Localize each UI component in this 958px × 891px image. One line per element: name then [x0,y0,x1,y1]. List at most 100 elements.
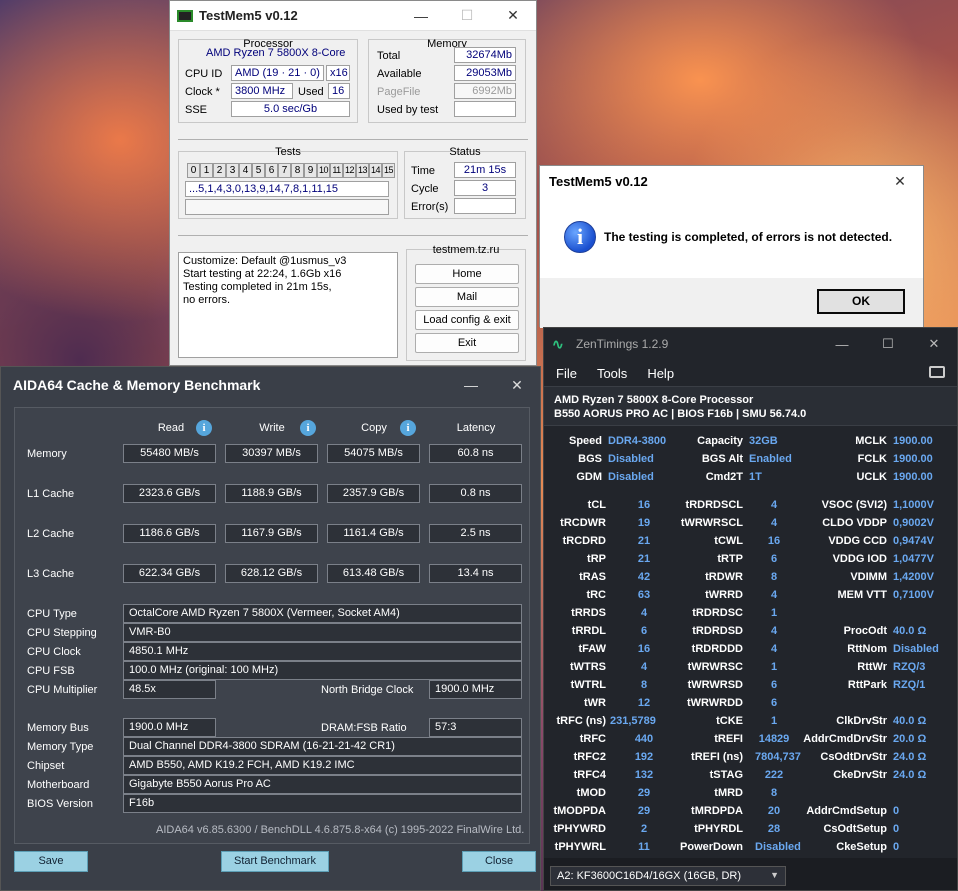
timing-value: 1900.00 [893,435,933,447]
timing-name: RttNom [847,643,887,655]
timing-name: tMOD [576,787,606,799]
menu-help[interactable]: Help [647,366,674,381]
divider [178,139,528,140]
available-field: 29053Mb [454,65,516,81]
test-log[interactable]: Customize: Default @1usmus_v3 Start testi… [178,252,398,358]
timing-name: tSTAG [709,769,743,781]
module-select[interactable]: A2: KF3600C16D4/16GX (16GB, DR) ▼ [550,866,786,886]
bench-copy-value: 2357.9 GB/s [327,484,420,503]
available-label: Available [377,68,422,80]
timing-name: RttWr [857,661,887,673]
ok-button[interactable]: OK [817,289,905,314]
timing-name: tRTP [717,553,743,565]
zen-system-info: AMD Ryzen 7 5800X 8-Core Processor B550 … [544,386,957,426]
timing-value: RZQ/1 [893,679,926,691]
load-config-exit-button[interactable]: Load config & exit [415,310,519,330]
test-cell: 2 [213,163,226,178]
aida-close-footer-button[interactable]: Close [462,851,536,872]
timing-name: tMRDPDA [691,805,743,817]
zen-titlebar[interactable]: ∿ ZenTimings 1.2.9 — ☐ ✕ [544,328,957,360]
aida-close-button[interactable]: ✕ [494,377,540,394]
camera-icon[interactable] [929,366,945,378]
test-progress-field [185,199,389,215]
write-info-icon[interactable]: i [300,420,316,436]
cpu-type-value: OctalCore AMD Ryzen 7 5800X (Vermeer, So… [123,604,522,623]
start-benchmark-button[interactable]: Start Benchmark [221,851,329,872]
timing-value: 1,0477V [893,553,934,565]
menu-tools[interactable]: Tools [597,366,627,381]
timing-value: 20.0 Ω [893,733,927,745]
chipset-label: Chipset [27,760,65,772]
cpu-id-label: CPU ID [185,68,223,80]
timing-name: tRCDWR [560,517,606,529]
dialog-close-button[interactable]: ✕ [877,166,923,196]
timing-name: VSOC (SVI2) [821,499,887,511]
mem-bus-value: 1900.0 MHz [123,718,216,737]
aida-titlebar[interactable]: AIDA64 Cache & Memory Benchmark — ✕ [1,367,540,403]
cpu-fsb-label: CPU FSB [27,665,75,677]
close-button[interactable]: ✕ [490,1,536,31]
timing-name: Capacity [697,435,743,447]
testmem-title: TestMem5 v0.12 [199,8,298,23]
timing-value: 0,9474V [893,535,934,547]
timing-value: 0 [893,805,900,817]
zentimings-window: ∿ ZenTimings 1.2.9 — ☐ ✕ File Tools Help… [543,327,958,891]
total-label: Total [377,50,401,62]
mem-type-label: Memory Type [27,741,94,753]
bench-write-value: 1188.9 GB/s [225,484,318,503]
timing-value: 8 [770,787,778,799]
cpu-clock-label: CPU Clock [27,646,81,658]
timing-name: tWRWRDD [686,697,743,709]
timing-name: tWRWRSC [687,661,743,673]
menu-file[interactable]: File [556,366,577,381]
test-number-cells: 0 1 2 3 4 5 6 7 8 9 10 11 12 13 14 15 [187,163,395,178]
bench-read-value: 2323.6 GB/s [123,484,216,503]
timing-name: BGS Alt [701,453,743,465]
timing-value: 0,9002V [893,517,934,529]
aida-minimize-button[interactable]: — [448,377,494,393]
zen-close-button[interactable]: ✕ [911,336,957,352]
info-icon: i [564,221,596,253]
timing-name: CkeDrvStr [833,769,887,781]
timing-name: tRC [586,589,606,601]
maximize-button: ☐ [460,7,474,23]
copy-info-icon[interactable]: i [400,420,416,436]
zen-minimize-button[interactable]: — [819,337,865,352]
mail-button[interactable]: Mail [415,287,519,307]
dialog-titlebar[interactable]: TestMem5 v0.12 ✕ [540,166,923,196]
timing-name: tWRWRSCL [680,517,743,529]
exit-button[interactable]: Exit [415,333,519,353]
testmem-window: TestMem5 v0.12 — ☐ ✕ Processor AMD Ryzen… [169,0,537,366]
bios-label: BIOS Version [27,798,94,810]
timing-name: GDM [576,471,602,483]
timing-name: tRDRDDD [691,643,743,655]
timing-name: tWTRS [569,661,606,673]
used-field[interactable]: 16 [328,83,350,99]
sse-field: 5.0 sec/Gb [231,101,350,117]
timing-value: 1900.00 [893,453,933,465]
timing-name: VDDG CCD [828,535,887,547]
timing-name: MEM VTT [837,589,888,601]
memory-chip-icon [177,9,193,22]
home-button[interactable]: Home [415,264,519,284]
test-cell: 1 [200,163,213,178]
log-line: Customize: Default @1usmus_v3 [183,255,347,267]
read-info-icon[interactable]: i [196,420,212,436]
test-cell: 14 [369,163,382,178]
minimize-button[interactable]: — [398,1,444,31]
testmem-titlebar[interactable]: TestMem5 v0.12 — ☐ ✕ [170,1,536,31]
timing-name: tRDWR [705,571,743,583]
timing-name: tRFC4 [573,769,606,781]
pagefile-field: 6992Mb [454,83,516,99]
header-latency: Latency [456,422,496,434]
zen-maximize-button[interactable]: ☐ [865,336,911,352]
log-line: Start testing at 22:24, 1.6Gb x16 [183,268,342,280]
cycle-label: Cycle [411,183,439,195]
total-field: 32674Mb [454,47,516,63]
time-field: 21m 15s [454,162,516,178]
save-button[interactable]: Save [14,851,88,872]
test-cell: 5 [252,163,265,178]
timing-name: VDIMM [850,571,887,583]
timing-value: 0 [893,823,900,835]
timing-value: 0,7100V [893,589,934,601]
